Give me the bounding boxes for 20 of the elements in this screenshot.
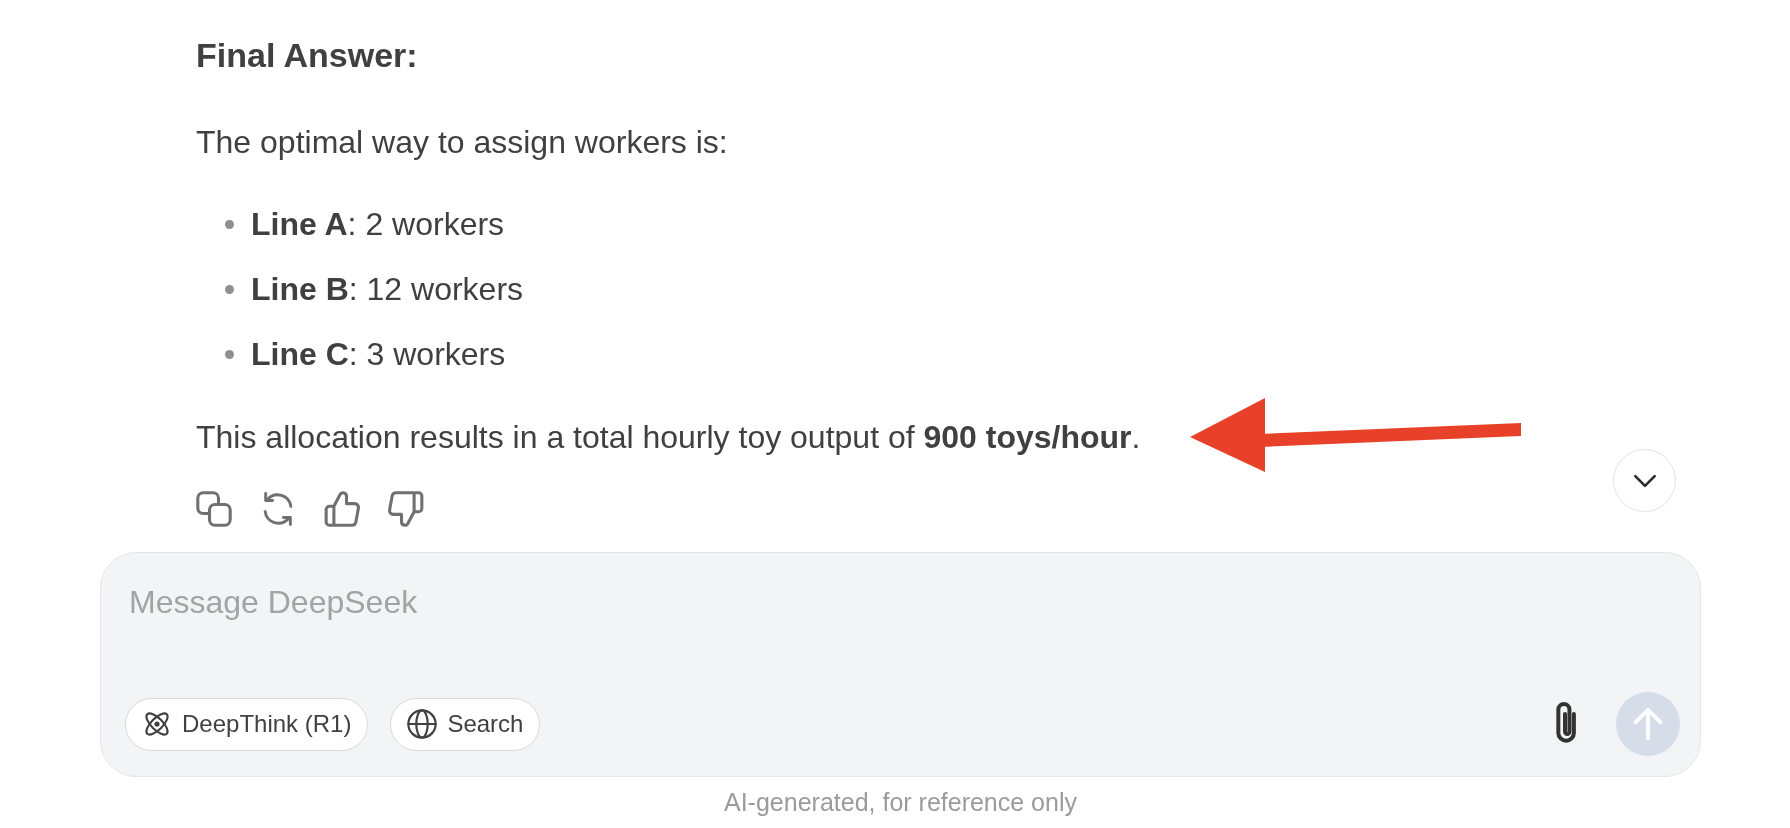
copy-icon[interactable] — [196, 491, 232, 527]
chevron-down-icon — [1632, 473, 1657, 488]
message-composer[interactable]: Message DeepSeek DeepThink (R1) Search — [100, 552, 1701, 777]
thumbs-down-icon[interactable] — [388, 491, 424, 527]
list-item-text: Line A: 2 workers — [251, 205, 505, 244]
thumbs-up-icon[interactable] — [324, 491, 360, 527]
answer-heading: Final Answer: — [196, 35, 418, 76]
toggle-button[interactable]: Search — [390, 697, 541, 751]
list-item-text: Line B: 12 workers — [251, 270, 524, 309]
disclaimer-text: AI-generated, for reference only — [724, 787, 1077, 817]
toggle-button[interactable]: DeepThink (R1) — [125, 697, 369, 751]
answer-paragraph: The optimal way to assign workers is: — [196, 123, 728, 162]
globe-icon — [407, 709, 438, 739]
message-input[interactable]: Message DeepSeek — [125, 573, 1680, 679]
bullet-icon — [225, 219, 234, 229]
bullet-icon — [225, 349, 234, 359]
bullet-icon — [225, 284, 234, 294]
list-item-text: Line C: 3 workers — [251, 335, 506, 374]
answer-paragraph: This allocation results in a total hourly toy output of 900 toys/hour. — [196, 418, 1141, 457]
atom-icon — [142, 709, 172, 739]
